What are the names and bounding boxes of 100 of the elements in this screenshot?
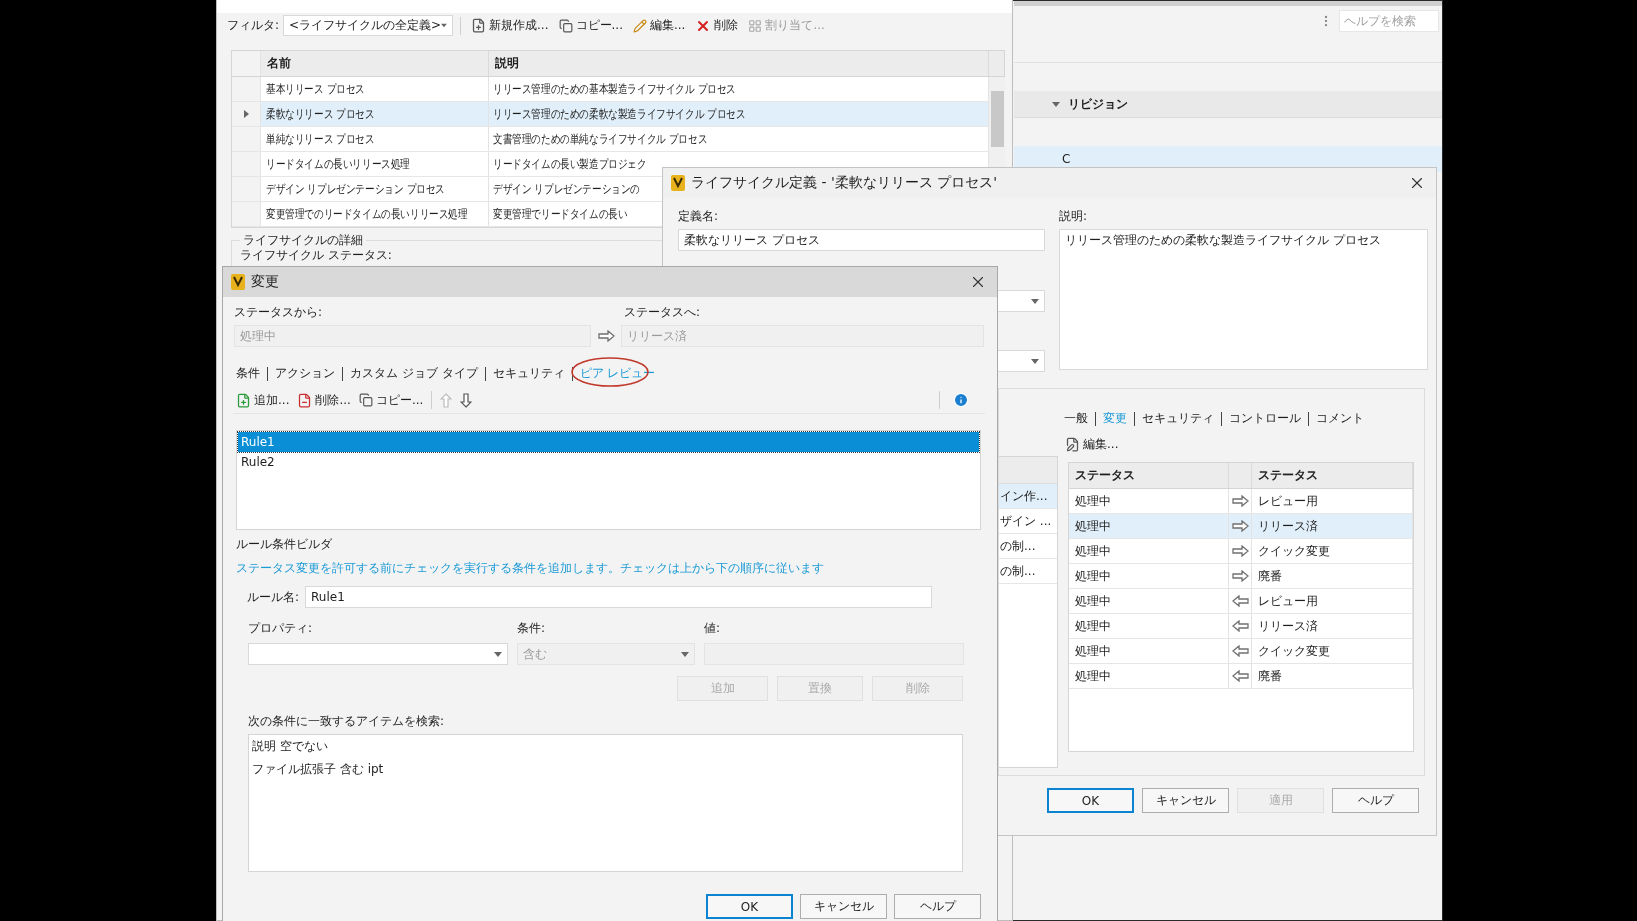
toolbar-button[interactable]: 新規作成...: [468, 17, 552, 34]
criteria-item: ファイル拡張子 含む ipt: [252, 761, 385, 778]
dropdown-caret-icon: [441, 23, 448, 28]
cell-text: リードタイムの長いリリース処理: [266, 155, 410, 173]
description-field[interactable]: リリース管理のための柔軟な製造ライフサイクル プロセス: [1059, 229, 1428, 370]
add-document-icon: [236, 392, 251, 408]
table-cell: 処理中: [1069, 489, 1229, 513]
cell-text: 柔軟なリリース プロセス: [266, 105, 375, 123]
grid-icon: [748, 18, 763, 33]
property-dropdown[interactable]: [248, 643, 508, 665]
toolbar-button[interactable]: 追加...: [233, 391, 293, 409]
cell-text: デザイン リプレゼンテーション プロセス: [266, 180, 445, 198]
criteria-item: 説明 空でない: [252, 738, 329, 755]
filter-dropdown[interactable]: <ライフサイクルの全定義>: [283, 15, 454, 36]
tab[interactable]: 一般: [1064, 410, 1088, 427]
tab[interactable]: アクション: [275, 365, 335, 382]
table-cell: 処理中: [1069, 614, 1229, 638]
filter-label: フィルタ:: [227, 17, 280, 34]
property-label: プロパティ:: [248, 620, 314, 637]
match-label: 次の条件に一致するアイテムを検索:: [248, 713, 446, 730]
dropdown-caret-icon: [1031, 298, 1039, 304]
dropdown-caret-icon: [1031, 358, 1039, 364]
dialog-button[interactable]: ヘルプ: [894, 894, 981, 919]
list-item[interactable]: Rule1: [238, 432, 979, 452]
table-cell: 処理中: [1069, 639, 1229, 663]
table-cell: 廃番: [1252, 564, 1413, 588]
tab[interactable]: コメント: [1316, 410, 1364, 427]
cell-text: 変更管理でのリードタイムの長いリリース処理: [266, 205, 468, 223]
cell-text: 文書管理のための単純なライフサイクル プロセス: [493, 130, 708, 148]
table-cell: レビュー用: [1252, 489, 1413, 513]
rule-name-field[interactable]: Rule1: [305, 586, 933, 608]
tab[interactable]: 条件: [236, 365, 260, 382]
table-cell: 処理中: [1069, 664, 1229, 688]
dialog-button[interactable]: ヘルプ: [1332, 788, 1419, 813]
from-status-field: 処理中: [234, 325, 591, 347]
edit-icon: [1065, 437, 1080, 452]
copy-icon: [358, 393, 373, 407]
table-cell: 処理中: [1069, 539, 1229, 563]
toolbar-button[interactable]: 削除...: [294, 391, 354, 409]
dialog-button[interactable]: OK: [706, 894, 793, 919]
dropdown-caret-icon: [681, 651, 689, 657]
name-label: 定義名:: [678, 208, 720, 225]
up-arrow-icon: [440, 392, 453, 408]
tab[interactable]: コントロール: [1229, 410, 1301, 427]
table-cell: リリース済: [1252, 614, 1413, 638]
search-field[interactable]: ヘルプを検索: [1339, 10, 1439, 32]
hint-text: ステータス変更を許可する前にチェックを実行する条件を追加します。チェックは上から下の順序に従います: [236, 560, 825, 577]
toolbar-button[interactable]: 削除: [692, 17, 742, 34]
column-header[interactable]: ステータス: [1252, 463, 1413, 488]
group-title: ライフサイクルの詳細: [240, 232, 366, 249]
dialog-button[interactable]: キャンセル: [1142, 788, 1229, 813]
app-logo-icon: [231, 274, 245, 290]
dropdown-caret-icon: [494, 651, 502, 657]
condition-label: 条件:: [517, 620, 547, 637]
column-header[interactable]: 説明: [489, 51, 989, 76]
cell-text: 単純なリリース プロセス: [266, 130, 375, 148]
cell-text: 変更管理でリードタイムの長い: [493, 205, 628, 223]
table-cell: 廃番: [1252, 664, 1413, 688]
table-cell: レビュー用: [1252, 589, 1413, 613]
rule-name-label: ルール名:: [247, 588, 300, 606]
list-item[interactable]: Rule2: [238, 452, 979, 472]
cell-text: 基本リリース プロセス: [266, 80, 366, 98]
row-header[interactable]: [232, 102, 261, 126]
list-item[interactable]: イン作...: [999, 484, 1057, 509]
column-header[interactable]: 名前: [261, 51, 489, 76]
dialog-title: 変更: [251, 273, 280, 291]
toolbar-button[interactable]: 編集...: [629, 17, 689, 34]
section-title: ルール条件ビルダ: [236, 536, 333, 553]
row-pointer-icon: [243, 110, 249, 118]
toolbar-button[interactable]: コピー...: [555, 17, 626, 34]
dialog-button[interactable]: キャンセル: [800, 894, 887, 919]
app-logo-icon: [671, 175, 685, 191]
info-icon[interactable]: [953, 392, 969, 408]
cell-text: リリース管理のための柔軟な製造ライフサイクル プロセス: [493, 105, 746, 123]
from-status-label: ステータスから:: [234, 304, 324, 321]
remove-document-icon: [297, 392, 313, 408]
dialog-button[interactable]: OK: [1047, 788, 1134, 813]
description-label: 説明:: [1059, 208, 1089, 225]
cell-text: デザイン リプレゼンテーションの: [493, 180, 641, 198]
tab[interactable]: セキュリティ: [1142, 410, 1214, 427]
pencil-icon: [632, 18, 647, 33]
table-cell: 処理中: [1069, 514, 1229, 538]
down-arrow-icon: [460, 392, 473, 408]
value-label: 値:: [704, 620, 722, 637]
column-header[interactable]: ステータス: [1069, 463, 1229, 488]
table-cell: 処理中: [1069, 564, 1229, 588]
name-field[interactable]: 柔軟なリリース プロセス: [678, 229, 1045, 251]
copy-icon: [558, 18, 573, 33]
table-cell: 処理中: [1069, 589, 1229, 613]
to-status-field: リリース済: [621, 325, 984, 347]
tab[interactable]: カスタム ジョブ タイプ: [350, 365, 478, 382]
to-status-label: ステータスへ:: [624, 304, 701, 321]
toolbar-button[interactable]: コピー...: [355, 391, 427, 409]
column-header[interactable]: リビジョン: [1014, 91, 1442, 118]
table-cell: クイック変更: [1252, 539, 1413, 563]
cell-text: リリース管理のための基本製造ライフサイクル プロセス: [493, 80, 737, 98]
tab[interactable]: セキュリティ: [492, 365, 565, 382]
status-label: ライフサイクル ステータス:: [240, 247, 393, 264]
edit-button[interactable]: 編集...: [1062, 436, 1414, 453]
table-cell: リリース済: [1252, 514, 1413, 538]
